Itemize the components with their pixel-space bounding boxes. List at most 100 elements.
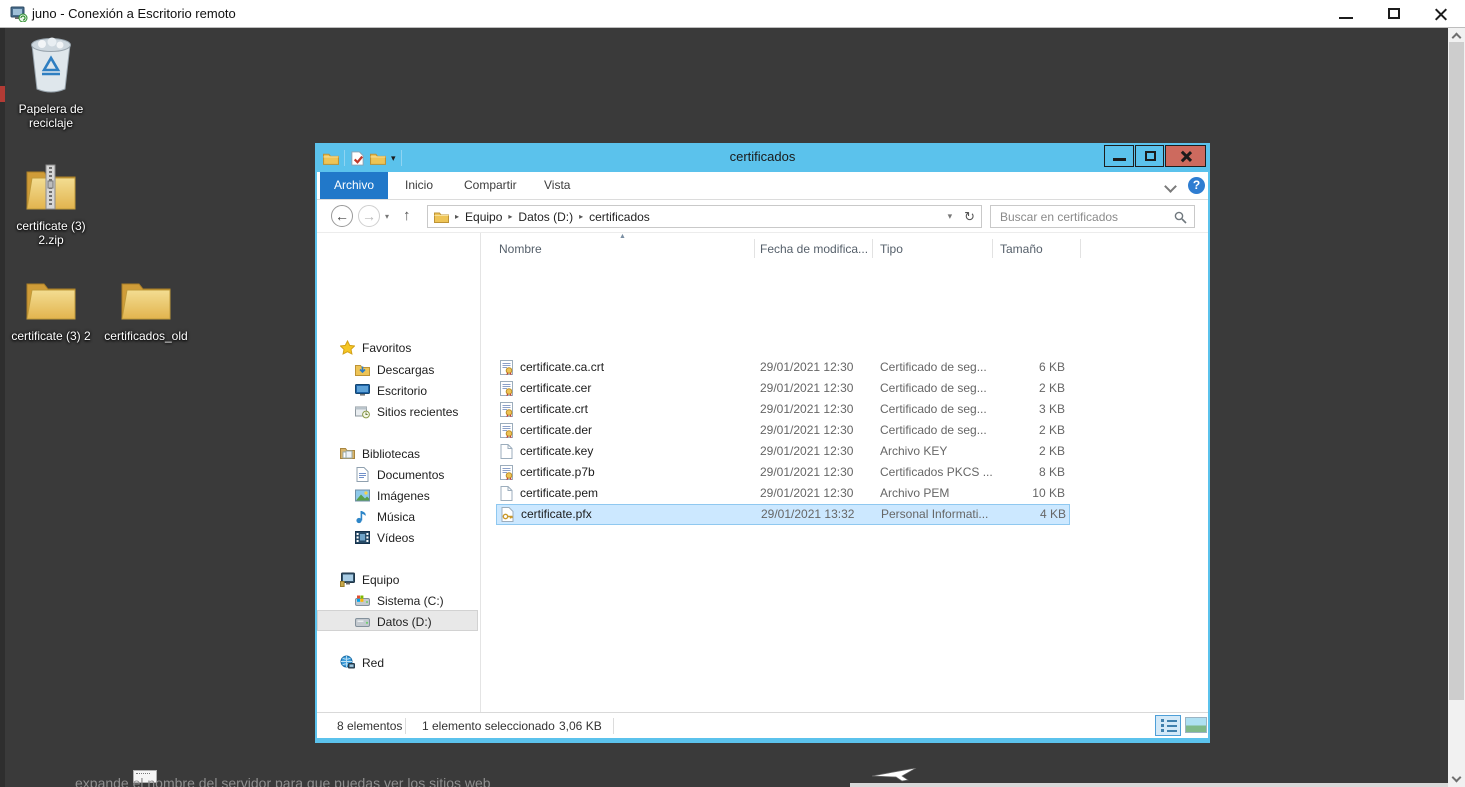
tab-vista[interactable]: Vista [530,172,584,199]
sidebar-item-datos-d[interactable]: Datos (D:) [355,612,432,631]
rdp-vertical-scrollbar[interactable] [1448,28,1465,787]
rdp-maximize-button[interactable] [1378,4,1412,24]
system-drive-icon [355,593,370,608]
help-icon[interactable]: ? [1188,177,1205,194]
pane-divider [480,233,481,712]
certificate-icon [500,360,513,375]
tab-compartir[interactable]: Compartir [450,172,531,199]
breadcrumb-certificados[interactable]: certificados [589,210,650,224]
music-note-icon [355,509,370,524]
rdp-window-title: juno - Conexión a Escritorio remoto [32,6,236,21]
folder-icon [25,277,77,321]
sidebar-item-videos[interactable]: Vídeos [355,528,414,547]
folder-toolbar-icon[interactable] [323,152,339,165]
desktop-icon-label: certificate (3) 2.zip [3,219,99,247]
status-bar: 8 elementos 1 elemento seleccionado 3,06… [317,712,1208,738]
refresh-icon[interactable]: ↻ [964,209,975,225]
status-selection: 1 elemento seleccionado [422,719,555,733]
file-row[interactable]: certificate.key 29/01/2021 12:30 Archivo… [482,441,1208,462]
sidebar-section-red[interactable]: Red [340,653,384,672]
file-row-selected[interactable]: certificate.pfx 29/01/2021 13:32 Persona… [496,504,1070,525]
sidebar-section-bibliotecas[interactable]: Bibliotecas [340,444,420,463]
sidebar-item-sistema-c[interactable]: Sistema (C:) [355,591,444,610]
column-headers: ▲ Nombre Fecha de modifica... Tipo Tamañ… [482,236,1208,260]
desktop-icon-label: Papelera de reciclaje [5,102,97,130]
computer-icon [340,572,355,587]
back-button[interactable]: ← [331,205,353,227]
rdp-connection-icon [10,6,28,22]
ribbon-collapse-chevron-icon[interactable] [1164,180,1177,193]
desktop-icon-label: certificados_old [90,329,202,343]
tab-archivo[interactable]: Archivo [320,172,388,199]
scroll-down-icon[interactable] [1452,773,1462,783]
mouse-cursor [872,768,918,782]
file-row[interactable]: certificate.pem 29/01/2021 12:30 Archivo… [482,483,1208,504]
explorer-close-button[interactable] [1165,145,1206,167]
sidebar-item-documentos[interactable]: Documentos [355,465,444,484]
sidebar-section-equipo[interactable]: Equipo [340,570,399,589]
certificate-icon [500,465,513,480]
star-icon [340,340,355,355]
desktop-icon-zip[interactable]: certificate (3) 2.zip [3,163,99,247]
desktop-icon-certificados-old[interactable]: certificados_old [90,277,202,343]
certificate-icon [500,402,513,417]
explorer-titlebar[interactable]: certificados ▾ [315,143,1210,172]
column-header-fecha[interactable]: Fecha de modifica... [760,242,868,256]
certificate-icon [500,381,513,396]
file-row[interactable]: certificate.der 29/01/2021 12:30 Certifi… [482,420,1208,441]
status-item-count: 8 elementos [337,719,402,733]
crumb-separator-icon: ▸ [508,212,512,221]
download-folder-icon [355,362,370,377]
column-header-nombre[interactable]: Nombre [499,242,542,256]
file-icon [500,486,513,501]
file-row[interactable]: certificate.ca.crt 29/01/2021 12:30 Cert… [482,357,1208,378]
details-view-button[interactable] [1155,715,1181,736]
explorer-window-title: certificados [315,149,1210,164]
desktop-icon-recycle-bin[interactable]: Papelera de reciclaje [5,36,97,130]
sidebar-item-descargas[interactable]: Descargas [355,360,434,379]
sidebar-item-imagenes[interactable]: Imágenes [355,486,430,505]
certificate-key-icon [501,507,514,522]
explorer-minimize-button[interactable] [1104,145,1134,167]
tab-inicio[interactable]: Inicio [391,172,447,199]
breadcrumb-equipo[interactable]: Equipo [465,210,502,224]
column-header-tamano[interactable]: Tamaño [1000,242,1043,256]
sidebar-item-musica[interactable]: Música [355,507,415,526]
search-icon[interactable] [1174,211,1187,224]
sidebar-item-sitios-recientes[interactable]: Sitios recientes [355,402,458,421]
file-row[interactable]: certificate.crt 29/01/2021 12:30 Certifi… [482,399,1208,420]
rdp-close-button[interactable] [1424,4,1458,24]
crumb-separator-icon: ▸ [455,212,459,221]
large-icons-view-button[interactable] [1185,717,1207,733]
scroll-up-icon[interactable] [1452,33,1462,43]
explorer-maximize-button[interactable] [1135,145,1164,167]
ribbon-tab-bar: Archivo Inicio Compartir Vista ? [317,172,1208,200]
folder-icon [120,277,172,321]
clipped-window-edge [850,783,1448,787]
libraries-icon [340,446,355,461]
desktop-left-edge [0,28,5,787]
sort-ascending-icon: ▲ [619,233,626,240]
network-globe-icon [340,655,355,670]
file-row[interactable]: certificate.cer 29/01/2021 12:30 Certifi… [482,378,1208,399]
properties-toolbar-icon[interactable] [350,151,365,166]
search-placeholder: Buscar en certificados [1000,210,1118,224]
sidebar-section-favoritos[interactable]: Favoritos [340,338,411,357]
up-button[interactable]: ↑ [403,207,411,224]
sidebar-item-escritorio[interactable]: Escritorio [355,381,427,400]
scrollbar-thumb[interactable] [1449,42,1464,700]
address-dropdown-icon[interactable]: ▾ [948,211,953,222]
recycle-bin-icon [28,36,74,94]
search-input[interactable]: Buscar en certificados [990,205,1195,228]
explorer-window: certificados ▾ Archivo Inicio Compartir [315,143,1210,743]
qat-customize-dropdown-icon[interactable]: ▾ [391,153,396,164]
breadcrumb[interactable]: ▸ Equipo ▸ Datos (D:) ▸ certificados ▾ ↻ [427,205,982,228]
rdp-minimize-button[interactable] [1330,4,1364,24]
breadcrumb-datos-d[interactable]: Datos (D:) [518,210,573,224]
data-drive-icon [355,614,370,629]
column-header-tipo[interactable]: Tipo [880,242,903,256]
forward-button[interactable]: → [358,205,380,227]
new-folder-toolbar-icon[interactable] [370,152,386,165]
file-row[interactable]: certificate.p7b 29/01/2021 12:30 Certifi… [482,462,1208,483]
history-dropdown-icon[interactable]: ▾ [385,212,389,221]
